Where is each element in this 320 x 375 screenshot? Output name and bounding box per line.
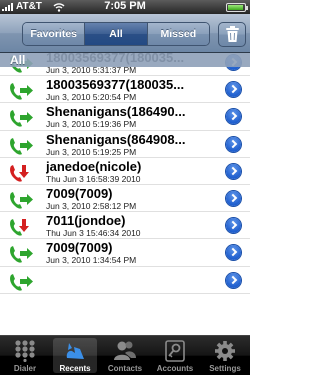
missed-call-icon <box>10 164 29 182</box>
segment-all[interactable]: All <box>85 23 148 45</box>
detail-disclosure-button[interactable] <box>226 218 241 234</box>
call-date: Jun 3, 2010 1:34:54 PM <box>46 255 137 266</box>
detail-disclosure-button[interactable] <box>226 163 241 179</box>
detail-disclosure-button[interactable] <box>226 272 241 288</box>
trash-icon <box>226 26 239 42</box>
incoming-call-icon <box>10 219 29 236</box>
status-bar: AT&T 7:05 PM <box>0 0 250 14</box>
recent-calls-list: All 18003569377(180035...Jun 3, 2010 5:3… <box>0 53 250 335</box>
call-date: Thu Jun 3 15:46:34 2010 <box>46 228 141 239</box>
tab-label: Dialer <box>13 364 37 373</box>
tab-label: Accounts <box>156 364 194 373</box>
clock: 7:05 PM <box>104 0 146 12</box>
outgoing-call-icon <box>10 110 33 127</box>
call-row[interactable]: janedoe(nicole) Thu Jun 3 16:58:39 2010 <box>0 157 250 185</box>
outgoing-call-icon <box>10 273 33 291</box>
caller-name: 7011(jondoe) <box>46 213 126 229</box>
outgoing-call-icon <box>10 192 33 209</box>
contacts-icon <box>114 341 136 360</box>
outgoing-call-icon <box>10 83 33 100</box>
tab-bar: Dialer Recents Contacts Accounts Setting… <box>0 335 250 375</box>
call-date: Jun 3, 2010 2:58:12 PM <box>46 201 137 211</box>
tab-contacts[interactable]: Contacts <box>100 336 150 375</box>
call-row[interactable] <box>0 266 250 294</box>
tab-label: Settings <box>209 364 241 373</box>
caller-name: Shenanigans(864908... <box>46 131 186 147</box>
tab-settings[interactable]: Settings <box>200 336 250 375</box>
tab-dialer[interactable]: Dialer <box>0 336 50 375</box>
caller-name: janedoe(nicole) <box>46 158 142 174</box>
keypad-icon <box>15 340 35 362</box>
detail-disclosure-button[interactable] <box>226 136 241 152</box>
call-row[interactable]: Shenanigans(864908... Jun 3, 2010 5:19:25… <box>0 130 250 158</box>
caller-name: Shenanigans(186490... <box>46 104 186 120</box>
section-header: All <box>0 53 250 67</box>
call-row[interactable]: 7011(jondoe) Thu Jun 3 15:46:34 2010 <box>0 212 250 240</box>
segment-missed[interactable]: Missed <box>147 23 209 45</box>
detail-disclosure-button[interactable] <box>226 245 241 261</box>
toolbar: Favorites All Missed <box>0 14 250 53</box>
caller-name: 18003569377(180035... <box>46 77 185 93</box>
caller-name: 7009(7009) <box>46 240 113 256</box>
segment-favorites[interactable]: Favorites <box>23 23 86 45</box>
call-date: Thu Jun 3 16:58:39 2010 <box>46 173 141 184</box>
caller-name: 7009(7009) <box>46 186 113 201</box>
recents-icon <box>66 343 84 359</box>
call-row[interactable]: 7009(7009) Jun 3, 2010 1:34:54 PM <box>0 239 250 267</box>
call-date: Jun 3, 2010 5:19:36 PM <box>46 119 137 130</box>
filter-segmented-control: Favorites All Missed <box>22 22 210 46</box>
tab-recents[interactable]: Recents <box>50 336 100 375</box>
tab-label: Recents <box>59 364 91 373</box>
detail-disclosure-button[interactable] <box>226 109 241 125</box>
outgoing-call-icon <box>10 246 33 263</box>
detail-disclosure-button[interactable] <box>226 191 241 206</box>
call-row[interactable]: Shenanigans(186490... Jun 3, 2010 5:19:36… <box>0 103 250 131</box>
call-row[interactable]: 7009(7009) Jun 3, 2010 2:58:12 PM <box>0 185 250 213</box>
outgoing-call-icon <box>10 137 33 155</box>
battery-icon <box>226 3 248 12</box>
call-date: Jun 3, 2010 5:20:54 PM <box>46 92 137 103</box>
trash-button[interactable] <box>218 22 246 47</box>
call-row[interactable]: 18003569377(180035... Jun 3, 2010 5:20:54… <box>0 76 250 104</box>
accounts-icon <box>165 340 185 362</box>
tab-label: Contacts <box>107 364 143 373</box>
gear-icon <box>215 341 235 361</box>
tab-accounts[interactable]: Accounts <box>150 336 200 375</box>
call-date: Jun 3, 2010 5:19:25 PM <box>46 146 137 157</box>
detail-disclosure-button[interactable] <box>226 82 241 98</box>
